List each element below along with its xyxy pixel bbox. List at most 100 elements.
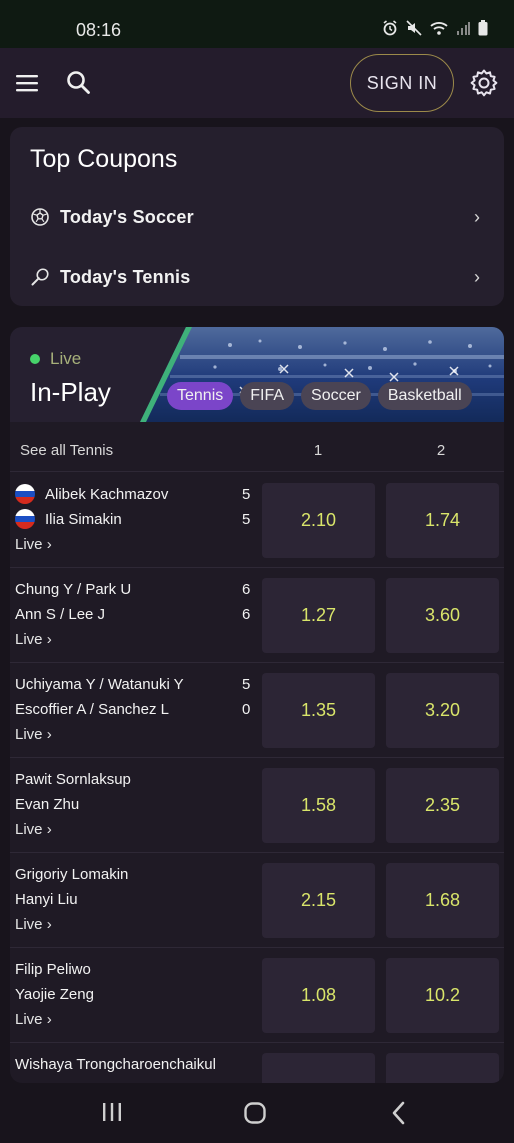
tab-basketball[interactable]: Basketball (377, 382, 472, 410)
match-row: Uchiyama Y / Watanuki Y Escoffier A / Sa… (10, 663, 504, 758)
player-1: Filip Peliwo (15, 961, 91, 978)
live-link[interactable]: Live › (15, 631, 52, 648)
player-name: Ilia Simakin (45, 510, 122, 528)
column-headers: See all Tennis 1 2 (10, 427, 504, 472)
player-name: Pawit Sornlaksup (15, 771, 131, 788)
sport-tabs: Tennis FIFA Soccer Basketball (167, 382, 472, 410)
score-1: 5 (242, 486, 251, 503)
app-bar: SIGN IN (0, 48, 514, 118)
score-1: 5 (242, 676, 251, 693)
top-coupons-card: Top Coupons Today's Soccer › Today's Ten… (10, 127, 504, 306)
player-name: Escoffier A / Sanchez L (15, 701, 169, 718)
top-coupons-title: Top Coupons (30, 145, 178, 173)
chevron-right-icon: › (46, 536, 52, 553)
gear-icon[interactable] (468, 67, 500, 99)
coupon-todays-soccer[interactable]: Today's Soccer › (10, 192, 504, 242)
battery-icon (478, 20, 488, 36)
back-icon[interactable] (390, 1101, 408, 1125)
home-icon[interactable] (243, 1101, 267, 1125)
player-name: Evan Zhu (15, 796, 80, 813)
match-row: Filip Peliwo Yaojie Zeng Live › 1.08 10.… (10, 948, 504, 1043)
live-link[interactable]: Live › (15, 1011, 52, 1028)
player-1: Pawit Sornlaksup (15, 771, 131, 788)
live-link[interactable]: Live › (15, 916, 52, 933)
tab-soccer[interactable]: Soccer (301, 382, 371, 410)
column-header-2: 2 (436, 442, 446, 459)
coupon-label: Today's Tennis (60, 266, 191, 287)
odds-button-1[interactable] (262, 1053, 375, 1083)
russia-flag-icon (15, 509, 35, 529)
player-2: Yaojie Zeng (15, 986, 94, 1003)
chevron-right-icon: › (474, 266, 480, 287)
odds-button-1[interactable]: 1.08 (262, 958, 375, 1033)
player-name: Chung Y / Park U (15, 581, 132, 598)
player-name: Hanyi Liu (15, 891, 78, 908)
menu-icon[interactable] (14, 71, 42, 95)
sign-in-button[interactable]: SIGN IN (350, 54, 454, 112)
soccer-ball-icon (31, 208, 49, 226)
player-1: Chung Y / Park U (15, 581, 131, 598)
live-link[interactable]: Live › (15, 821, 52, 838)
wifi-icon (430, 22, 448, 35)
score-2: 0 (242, 701, 251, 718)
player-name: Grigoriy Lomakin (15, 866, 129, 883)
player-2: Evan Zhu (15, 796, 79, 813)
coupon-label: Today's Soccer (60, 206, 194, 227)
live-indicator-dot (30, 354, 40, 364)
chevron-right-icon: › (46, 821, 52, 838)
score-2: 6 (242, 606, 251, 623)
coupon-todays-tennis[interactable]: Today's Tennis › (10, 252, 504, 302)
odds-button-1[interactable]: 1.27 (262, 578, 375, 653)
odds-button-2[interactable]: 1.74 (386, 483, 499, 558)
odds-button-2[interactable]: 2.35 (386, 768, 499, 843)
live-link-label: Live (15, 536, 43, 553)
odds-button-2[interactable]: 1.68 (386, 863, 499, 938)
status-bar: 08:16 (0, 0, 514, 48)
player-name: Wishaya Trongcharoenchaikul (15, 1056, 216, 1073)
search-icon[interactable] (64, 68, 94, 98)
odds-button-2[interactable]: 10.2 (386, 958, 499, 1033)
tab-fifa[interactable]: FIFA (240, 382, 295, 410)
odds-button-2[interactable]: 3.60 (386, 578, 499, 653)
live-link-label: Live (15, 1011, 43, 1028)
signal-icon (457, 22, 470, 35)
chevron-right-icon: › (46, 1011, 52, 1028)
chevron-right-icon: › (46, 726, 52, 743)
odds-button-1[interactable]: 1.58 (262, 768, 375, 843)
tab-tennis[interactable]: Tennis (167, 382, 234, 410)
russia-flag-icon (15, 484, 35, 504)
in-play-header: Live In-Play Tennis FIFA Soccer Basketba… (10, 327, 504, 422)
live-label: Live (50, 349, 82, 368)
live-link[interactable]: Live › (15, 536, 52, 553)
player-2: Hanyi Liu (15, 891, 78, 908)
odds-button-1[interactable]: 2.10 (262, 483, 375, 558)
player-2: Ilia Simakin (15, 509, 122, 529)
player-1: Wishaya Trongcharoenchaikul (15, 1056, 216, 1073)
live-link-label: Live (15, 916, 43, 933)
player-2: Ann S / Lee J (15, 606, 105, 623)
chevron-right-icon: › (46, 916, 52, 933)
see-all-tennis-link[interactable]: See all Tennis (20, 442, 113, 459)
odds-button-1[interactable]: 2.15 (262, 863, 375, 938)
alarm-icon (383, 20, 397, 36)
live-link[interactable]: Live › (15, 726, 52, 743)
odds-button-2[interactable] (386, 1053, 499, 1083)
player-1: Alibek Kachmazov (15, 484, 168, 504)
tennis-racket-icon (31, 268, 49, 286)
player-1: Grigoriy Lomakin (15, 866, 128, 883)
odds-button-1[interactable]: 1.35 (262, 673, 375, 748)
status-icons (382, 20, 488, 36)
player-name: Ann S / Lee J (15, 606, 106, 623)
match-row: Chung Y / Park U Ann S / Lee J 6 6 Live … (10, 568, 504, 663)
odds-button-2[interactable]: 3.20 (386, 673, 499, 748)
match-row: Wishaya Trongcharoenchaikul (10, 1043, 504, 1083)
status-time: 08:16 (76, 20, 122, 40)
chevron-right-icon: › (474, 206, 480, 227)
player-2: Escoffier A / Sanchez L (15, 701, 169, 718)
live-link-label: Live (15, 631, 43, 648)
mute-icon (406, 20, 422, 36)
chevron-right-icon: › (46, 631, 52, 648)
in-play-title: In-Play (30, 377, 111, 407)
score-2: 5 (242, 511, 251, 528)
recent-apps-icon[interactable] (101, 1101, 123, 1123)
